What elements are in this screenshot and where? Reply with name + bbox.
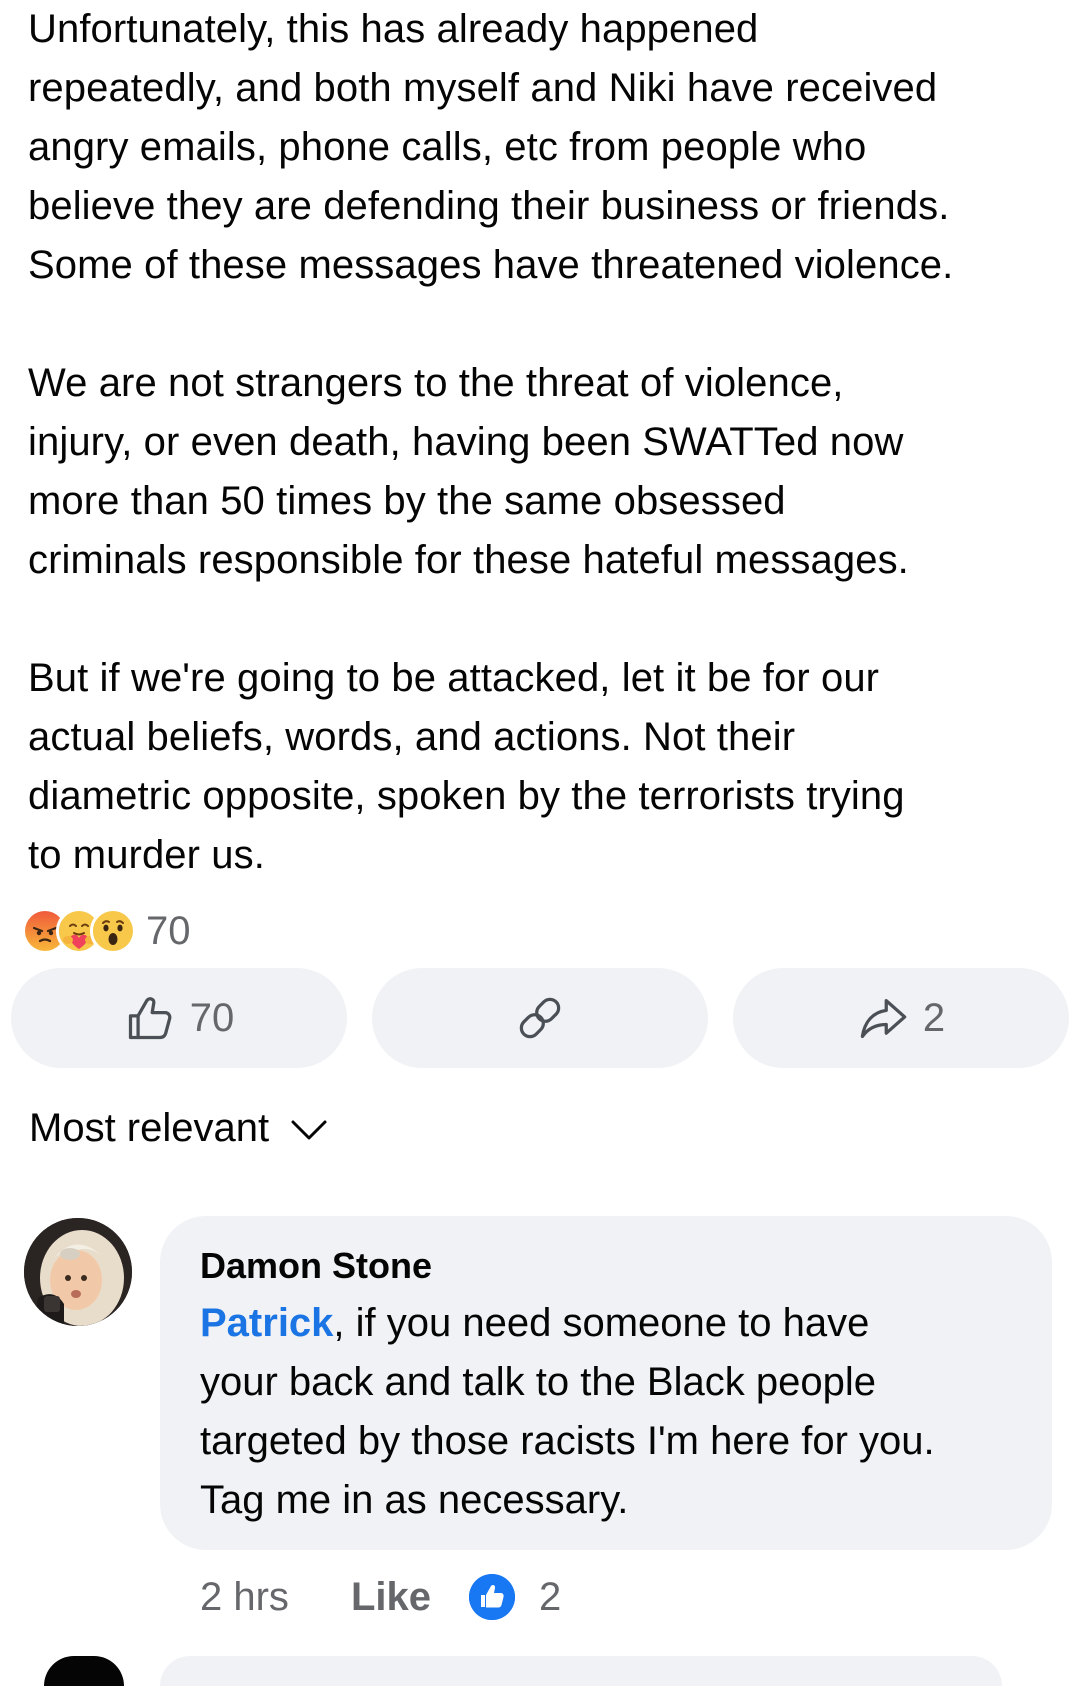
comment-meta: 2 hrs Like 2 bbox=[200, 1572, 561, 1622]
wow-icon bbox=[90, 908, 136, 954]
reaction-summary[interactable]: 70 bbox=[22, 906, 191, 956]
like-count: 70 bbox=[189, 995, 235, 1040]
link-icon bbox=[514, 992, 566, 1044]
copy-link-button[interactable] bbox=[372, 968, 708, 1068]
comment-author[interactable]: Damon Stone bbox=[200, 1244, 1012, 1288]
comment-like-count: 2 bbox=[538, 1574, 562, 1619]
post-paragraph: But if we're going to be attacked, let i… bbox=[28, 656, 905, 877]
post-actions: 70 2 bbox=[11, 968, 1069, 1068]
next-comment-avatar[interactable] bbox=[44, 1656, 124, 1686]
share-button[interactable]: 2 bbox=[733, 968, 1069, 1068]
reaction-count: 70 bbox=[146, 908, 191, 953]
comment-like-button[interactable]: Like bbox=[351, 1575, 431, 1620]
comment-bubble: Damon Stone Patrick, if you need someone… bbox=[160, 1216, 1052, 1550]
chevron-down-icon bbox=[289, 1109, 329, 1149]
share-arrow-icon bbox=[857, 992, 909, 1044]
post-paragraph: Unfortunately, this has already happened… bbox=[28, 7, 954, 287]
avatar[interactable] bbox=[24, 1218, 132, 1326]
comment-sort-dropdown[interactable]: Most relevant bbox=[29, 1106, 329, 1151]
like-button[interactable]: 70 bbox=[11, 968, 347, 1068]
mention-link[interactable]: Patrick bbox=[200, 1301, 333, 1345]
thumbs-up-icon bbox=[124, 992, 176, 1044]
comment-timestamp[interactable]: 2 hrs bbox=[200, 1575, 289, 1620]
comment-text: Patrick, if you need someone to have you… bbox=[200, 1294, 1012, 1530]
share-count: 2 bbox=[922, 995, 946, 1040]
post-body: Unfortunately, this has already happened… bbox=[28, 0, 1058, 885]
post-paragraph: We are not strangers to the threat of vi… bbox=[28, 361, 909, 582]
like-reaction-icon[interactable] bbox=[468, 1574, 515, 1620]
sort-label: Most relevant bbox=[29, 1106, 270, 1150]
next-comment-bubble bbox=[160, 1656, 1002, 1686]
